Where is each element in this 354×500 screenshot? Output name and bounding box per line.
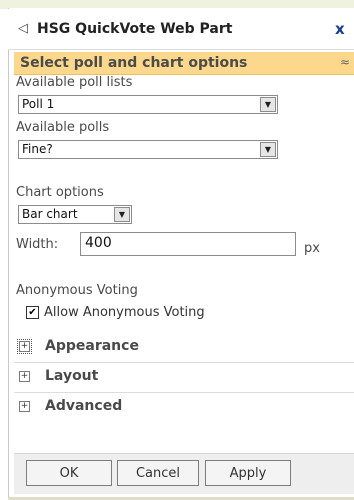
- ok-button[interactable]: OK: [26, 460, 112, 486]
- polls-label: Available polls: [16, 120, 110, 135]
- chart-type-select[interactable]: Bar chart ▼: [18, 205, 132, 224]
- width-value: 400: [85, 235, 112, 251]
- group-appearance[interactable]: + Appearance: [14, 333, 354, 363]
- polls-select[interactable]: Fine? ▼: [18, 140, 278, 159]
- chart-options-label: Chart options: [16, 185, 104, 200]
- width-unit: px: [304, 241, 320, 256]
- group-layout[interactable]: + Layout: [14, 363, 354, 393]
- section-header[interactable]: Select poll and chart options ≈: [14, 52, 354, 75]
- cancel-button[interactable]: Cancel: [117, 460, 199, 486]
- apply-button[interactable]: Apply: [205, 460, 291, 486]
- poll-lists-label: Available poll lists: [16, 75, 133, 90]
- allow-anonymous-checkbox[interactable]: ✔: [26, 306, 39, 319]
- section-title: Select poll and chart options: [20, 55, 248, 71]
- poll-lists-select[interactable]: Poll 1 ▼: [18, 95, 278, 114]
- group-advanced-label: Advanced: [45, 398, 123, 414]
- dropdown-arrow-icon[interactable]: ▼: [260, 97, 276, 112]
- group-advanced[interactable]: + Advanced: [14, 393, 354, 422]
- expand-icon[interactable]: +: [19, 401, 30, 412]
- expand-icon[interactable]: +: [19, 371, 30, 382]
- collapse-icon[interactable]: ≈: [340, 55, 350, 69]
- back-arrow-icon[interactable]: ◁: [18, 21, 28, 36]
- web-part-header: ◁ HSG QuickVote Web Part x: [8, 9, 354, 50]
- expand-icon[interactable]: +: [17, 339, 32, 354]
- allow-anonymous-label: Allow Anonymous Voting: [44, 305, 205, 320]
- group-layout-label: Layout: [45, 368, 99, 384]
- group-appearance-label: Appearance: [45, 338, 139, 354]
- dropdown-arrow-icon[interactable]: ▼: [260, 142, 276, 157]
- width-label: Width:: [16, 237, 59, 252]
- poll-lists-value: Poll 1: [22, 97, 55, 111]
- chart-type-value: Bar chart: [22, 207, 78, 221]
- dropdown-arrow-icon[interactable]: ▼: [114, 207, 130, 222]
- web-part-title: HSG QuickVote Web Part: [37, 21, 233, 37]
- anonymous-voting-label: Anonymous Voting: [16, 283, 138, 298]
- polls-value: Fine?: [22, 142, 53, 156]
- close-icon[interactable]: x: [335, 20, 345, 38]
- width-input[interactable]: 400: [80, 232, 296, 256]
